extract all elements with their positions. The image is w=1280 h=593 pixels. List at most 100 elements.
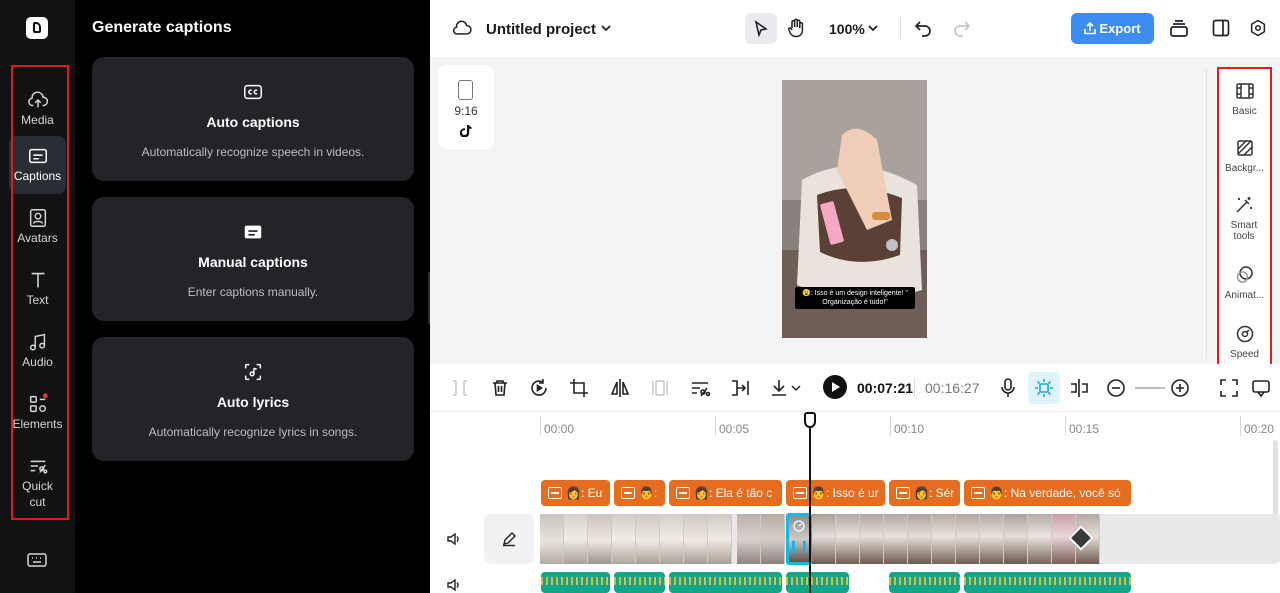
chevron-down-icon[interactable] — [867, 23, 879, 33]
cc-icon — [244, 84, 262, 100]
ruler-tick — [540, 416, 541, 436]
prop-animation[interactable]: Animat... — [1219, 265, 1270, 301]
divider — [914, 378, 915, 396]
video-preview[interactable]: 😮: Isso é um design inteligente! " Organ… — [782, 80, 927, 338]
redo-icon[interactable] — [953, 19, 971, 37]
flip-icon[interactable] — [609, 377, 631, 399]
top-bar: Untitled project 100% Export — [430, 0, 1280, 57]
playhead-line — [809, 416, 811, 593]
animation-icon — [1236, 266, 1253, 283]
chevron-down-icon[interactable] — [600, 23, 612, 33]
video-frame — [636, 514, 660, 564]
cover-edit-button[interactable] — [484, 514, 534, 564]
ruler-tick — [715, 416, 716, 436]
timeline-zoom-slider[interactable] — [1135, 387, 1165, 389]
align-split-icon[interactable] — [1068, 377, 1090, 399]
prop-background[interactable]: Backgr... — [1219, 138, 1270, 174]
smart-cut-icon[interactable] — [689, 377, 711, 399]
prop-basic[interactable]: Basic — [1219, 81, 1270, 117]
export-button[interactable]: Export — [1071, 13, 1154, 44]
video-frame — [932, 514, 956, 564]
tiktok-icon — [460, 125, 472, 137]
keyboard-icon[interactable] — [27, 552, 47, 568]
video-frame — [1028, 514, 1052, 564]
export-label: Export — [1099, 21, 1141, 36]
audio-clip[interactable] — [614, 572, 665, 593]
divider — [900, 17, 901, 39]
select-tool-button[interactable] — [745, 13, 777, 44]
download-icon[interactable] — [768, 377, 790, 399]
aspect-ratio-selector[interactable]: 9:16 — [438, 65, 494, 149]
manual-captions-card[interactable]: Manual captions Enter captions manually. — [92, 197, 414, 321]
video-frame — [612, 514, 636, 564]
video-frame — [588, 514, 612, 564]
layers-stack-icon[interactable] — [1169, 19, 1189, 39]
zoom-in-icon[interactable] — [1169, 377, 1191, 399]
prop-speed[interactable]: Speed — [1219, 324, 1270, 360]
video-frame — [884, 514, 908, 564]
audio-clip[interactable] — [541, 572, 610, 593]
video-frame — [860, 514, 884, 564]
project-title[interactable]: Untitled project — [486, 21, 596, 38]
video-track[interactable] — [540, 513, 1280, 565]
video-frame — [908, 514, 932, 564]
delete-icon[interactable] — [489, 377, 511, 399]
playhead-handle[interactable] — [804, 412, 816, 428]
cloud-sync-icon[interactable] — [452, 19, 472, 37]
audio-clip[interactable] — [786, 572, 849, 593]
zoom-out-icon[interactable] — [1105, 377, 1127, 399]
prop-smart-tools[interactable]: Smart tools — [1219, 195, 1269, 242]
settings-gear-icon[interactable] — [1249, 19, 1267, 37]
replay-icon[interactable] — [528, 377, 550, 399]
caption-clip[interactable]: 👨: Na verdade, você só — [964, 480, 1131, 506]
hand-tool-icon[interactable] — [787, 18, 805, 38]
video-frame — [684, 514, 708, 564]
prop-label: Smart tools — [1230, 220, 1258, 242]
fit-screen-icon[interactable] — [1218, 377, 1240, 399]
auto-captions-card[interactable]: Auto captions Automatically recognize sp… — [92, 57, 414, 181]
film-icon — [1235, 83, 1254, 99]
prop-label: Animat... — [1224, 290, 1265, 301]
audio-clip[interactable] — [964, 572, 1131, 593]
property-rail: Basic Backgr... Smart tools Animat... Sp… — [1217, 67, 1272, 371]
play-icon — [832, 382, 840, 392]
video-frame — [737, 514, 761, 564]
caption-clip-text: 👨: Na verdade, você só — [989, 486, 1121, 500]
freeze-icon[interactable] — [649, 377, 671, 399]
track-volume-icon[interactable] — [446, 577, 462, 593]
chevron-down-icon[interactable] — [791, 384, 801, 392]
card-description: Enter captions manually. — [187, 285, 319, 299]
video-frame — [836, 514, 860, 564]
microphone-icon[interactable] — [997, 377, 1019, 399]
track-volume-icon[interactable] — [446, 531, 462, 547]
caption-clip[interactable]: 👩: Eu — [541, 480, 610, 506]
auto-lyrics-card[interactable]: Auto lyrics Automatically recognize lyri… — [92, 337, 414, 461]
phone-ratio-icon — [458, 80, 473, 100]
undo-icon[interactable] — [914, 19, 932, 37]
play-button[interactable] — [823, 375, 847, 399]
ruler-tick — [1240, 416, 1241, 436]
timeline: 00:00 00:05 00:10 00:15 00:20 👩: Eu 👨: 👩… — [430, 412, 1280, 593]
audio-clip[interactable] — [889, 572, 960, 593]
caption-clip-text: 👨: — [639, 486, 658, 500]
caption-clip[interactable]: 👨: Isso é ur — [786, 480, 885, 506]
lyrics-scan-icon — [244, 363, 262, 381]
caption-clip[interactable]: 👨: — [614, 480, 665, 506]
snap-toggle[interactable] — [1028, 372, 1060, 404]
caption-clip[interactable]: 👩: Sér — [889, 480, 960, 506]
video-frame — [812, 514, 836, 564]
caption-clip-text: 👩: Ela é tão c — [694, 486, 773, 500]
zoom-level[interactable]: 100% — [829, 21, 865, 37]
comment-icon[interactable] — [1250, 377, 1272, 399]
app-logo[interactable] — [26, 17, 48, 39]
trim-icon[interactable] — [729, 377, 751, 399]
audio-clip[interactable] — [669, 572, 782, 593]
captions-panel: Generate captions Auto captions Automati… — [75, 0, 430, 593]
crop-icon[interactable] — [568, 377, 590, 399]
caption-clip[interactable]: 👩: Ela é tão c — [669, 480, 782, 506]
ruler-label: 00:10 — [894, 422, 925, 436]
caption-clip-text: 👨: Isso é ur — [811, 486, 879, 500]
card-title: Auto lyrics — [216, 394, 290, 410]
split-icon[interactable] — [449, 377, 471, 399]
panel-layout-icon[interactable] — [1212, 19, 1230, 37]
